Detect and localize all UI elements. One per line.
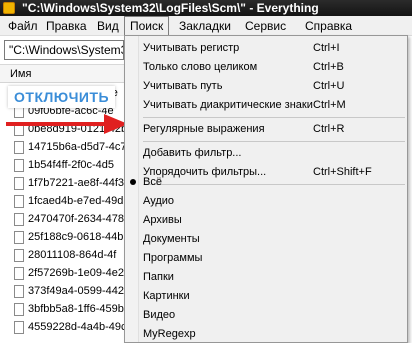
file-icon bbox=[14, 267, 24, 280]
search-menu-dropdown: Учитывать регистр Ctrl+I Только слово це… bbox=[124, 35, 408, 343]
file-icon bbox=[14, 141, 24, 154]
file-icon bbox=[14, 303, 24, 316]
arrow-shape bbox=[6, 114, 128, 134]
disable-overlay-badge: ОТКЛЮЧИТЬ bbox=[8, 86, 116, 108]
title-bar: "C:\Windows\System32\LogFiles\Scm\" - Ev… bbox=[0, 0, 412, 16]
list-item[interactable]: 14715b6a-d5d7-4c7 bbox=[0, 138, 126, 156]
search-input[interactable]: "C:\Windows\System32 bbox=[4, 40, 124, 60]
window-title: "C:\Windows\System32\LogFiles\Scm\" - Ev… bbox=[22, 1, 319, 15]
menu-service[interactable]: Сервис bbox=[240, 16, 291, 36]
list-item[interactable]: 2470470f-2634-478 bbox=[0, 210, 126, 228]
list-item[interactable]: 25f188c9-0618-44b bbox=[0, 228, 126, 246]
column-header-name[interactable]: Имя bbox=[0, 65, 126, 83]
file-icon bbox=[14, 195, 24, 208]
file-icon bbox=[14, 177, 24, 190]
file-icon bbox=[14, 159, 24, 172]
list-item[interactable]: 373f49a4-0599-442 bbox=[0, 282, 126, 300]
red-arrow-icon bbox=[6, 114, 128, 134]
list-item[interactable]: 1b54f4ff-2f0c-4d5 bbox=[0, 156, 126, 174]
list-item[interactable]: 1f7b7221-ae8f-44f3 bbox=[0, 174, 126, 192]
file-icon bbox=[14, 231, 24, 244]
list-item[interactable]: 28011108-864d-4f bbox=[0, 246, 126, 264]
menu-item-filter-archives[interactable]: Архивы bbox=[125, 211, 407, 230]
menu-item-diacritics[interactable]: Учитывать диакритические знаки Ctrl+M bbox=[125, 96, 407, 115]
menu-file[interactable]: Файл bbox=[3, 16, 43, 36]
app-icon bbox=[3, 2, 15, 14]
menu-item-whole-word[interactable]: Только слово целиком Ctrl+B bbox=[125, 58, 407, 77]
menu-item-add-filter[interactable]: Добавить фильтр... bbox=[125, 144, 407, 163]
menu-item-match-case[interactable]: Учитывать регистр Ctrl+I bbox=[125, 39, 407, 58]
menu-separator bbox=[143, 117, 405, 118]
menu-item-filter-audio[interactable]: Аудио bbox=[125, 192, 407, 211]
menu-item-filter-all[interactable]: Всё bbox=[125, 173, 407, 192]
menu-item-filter-video[interactable]: Видео bbox=[125, 306, 407, 325]
list-item[interactable]: 4559228d-4a4b-49c bbox=[0, 318, 126, 336]
file-icon bbox=[14, 285, 24, 298]
menu-item-regex[interactable]: Регулярные выражения Ctrl+R bbox=[125, 120, 407, 139]
menu-search[interactable]: Поиск bbox=[124, 16, 170, 36]
file-icon bbox=[14, 213, 24, 226]
menu-item-filter-pictures[interactable]: Картинки bbox=[125, 287, 407, 306]
list-item[interactable]: 1fcaed4b-e7ed-49d bbox=[0, 192, 126, 210]
menu-edit[interactable]: Правка bbox=[41, 16, 92, 36]
menu-separator bbox=[143, 141, 405, 142]
list-item[interactable]: 3bfbb5a8-1ff6-459b bbox=[0, 300, 126, 318]
menu-view[interactable]: Вид bbox=[92, 16, 124, 36]
menu-item-filter-myregexp[interactable]: MyRegexp bbox=[125, 325, 407, 342]
menu-item-match-path[interactable]: Учитывать путь Ctrl+U bbox=[125, 77, 407, 96]
file-icon bbox=[14, 249, 24, 262]
file-icon bbox=[14, 321, 24, 334]
list-item[interactable]: 2f57269b-1e09-4e2 bbox=[0, 264, 126, 282]
everything-window: "C:\Windows\System32\LogFiles\Scm\" - Ev… bbox=[0, 0, 412, 343]
menu-item-filter-documents[interactable]: Документы bbox=[125, 230, 407, 249]
menu-bookmarks[interactable]: Закладки bbox=[174, 16, 236, 36]
menu-item-filter-programs[interactable]: Программы bbox=[125, 249, 407, 268]
menu-bar: Файл Правка Вид Поиск Закладки Сервис Сп… bbox=[0, 16, 412, 36]
radio-selected-icon bbox=[130, 179, 136, 185]
menu-item-filter-folders[interactable]: Папки bbox=[125, 268, 407, 287]
menu-help[interactable]: Справка bbox=[300, 16, 357, 36]
